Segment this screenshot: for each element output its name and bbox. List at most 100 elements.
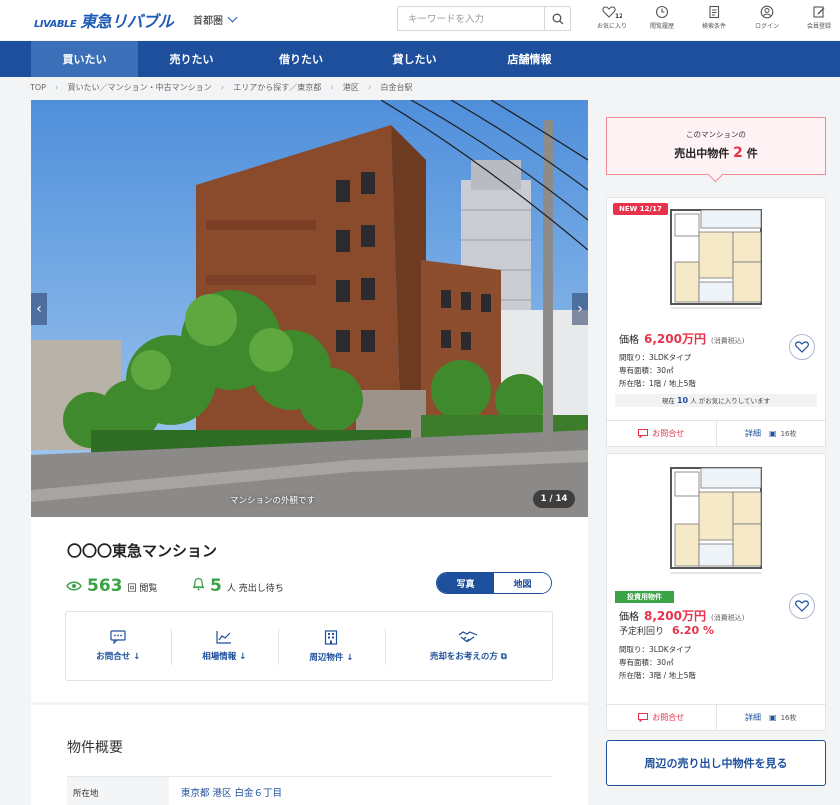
breadcrumb-item[interactable]: 買いたい／マンション・中古マンション [68, 82, 212, 93]
listing-card[interactable]: 投資用物件 価格 8,200万円 (消費税込) 予定利回り 6.20 % 間取り… [606, 453, 826, 731]
breadcrumb: TOP › 買いたい／マンション・中古マンション › エリアから探す／東京都 ›… [30, 82, 412, 93]
breadcrumb-current: 白金台駅 [380, 83, 413, 92]
header-nav-label: ログイン [754, 23, 779, 30]
favorites-count: 12 [615, 13, 622, 19]
breadcrumb-item[interactable]: エリアから探す／東京都 [233, 82, 321, 93]
listing-detail-button[interactable]: 詳細 ▣ 16枚 [717, 421, 826, 446]
property-photo[interactable] [31, 100, 588, 517]
heart-icon: 12 [602, 6, 622, 19]
header-history[interactable]: 閲覧履歴 [636, 5, 688, 30]
floor-plan-image: NEW 12/17 [607, 198, 825, 318]
price-label: 価格 [619, 335, 639, 346]
favorite-button[interactable] [789, 593, 815, 619]
detail-label: 詳細 [745, 429, 761, 438]
photo-count: 16枚 [780, 713, 797, 722]
listing-inquiry-button[interactable]: お問合せ [607, 705, 717, 730]
inquiry-label: お問合せ [652, 713, 685, 722]
market-price-link[interactable]: 相場情報 ↓ [170, 612, 279, 680]
listing-card-footer: お問合せ 詳細 ▣ 16枚 [607, 420, 825, 446]
investment-badge: 投資用物件 [615, 591, 674, 603]
listing-inquiry-button[interactable]: お問合せ [607, 421, 717, 446]
logo-text: 東急リバブル [80, 12, 174, 31]
price-value: 8,200万円 [644, 609, 706, 623]
waiting-count: 5 人 売出し待ち [192, 576, 284, 596]
chevron-down-icon [227, 12, 238, 23]
header-nav-label: お気に入り [596, 23, 627, 30]
region-label: 首都圏 [193, 16, 223, 27]
price-value: 6,200万円 [644, 332, 706, 346]
listing-meta: 間取り：3LDKタイプ 専有面積：30㎡ 所在階：3階 / 地上5階 [619, 643, 825, 682]
search-button[interactable] [544, 7, 570, 30]
chevron-right-icon: › [55, 82, 59, 93]
table-row: 所在地 東京都 港区 白金６丁目 [67, 776, 552, 805]
detail-label: 詳細 [745, 713, 761, 722]
nav-tab-stores[interactable]: 店舗情報 [472, 41, 587, 77]
nearby-properties-link[interactable]: 周辺物件 ↓ [278, 612, 385, 680]
listing-yield: 予定利回り 6.20 % [619, 624, 825, 637]
view-count-value: 563 [87, 576, 123, 596]
listing-count-intro: このマンションの [686, 130, 746, 139]
listing-count-prefix: 売出中物件 [674, 147, 730, 160]
nav-tab-sell[interactable]: 売りたい [138, 41, 245, 77]
inquiry-link[interactable]: お問合せ ↓ [66, 612, 171, 680]
chat-icon [638, 429, 649, 438]
breadcrumb-item[interactable]: TOP [30, 83, 46, 92]
search-input[interactable] [398, 8, 538, 31]
nav-tab-lease[interactable]: 貸したい [357, 41, 472, 77]
header-nav-label: 検索条件 [701, 23, 726, 30]
header-login[interactable]: ログイン [741, 5, 793, 30]
header-nav-label: 会員登録 [806, 23, 831, 30]
heart-icon [795, 600, 809, 612]
search-box [397, 6, 571, 31]
favorite-button[interactable] [789, 334, 815, 360]
main-navigation: 買いたい 売りたい 借りたい 貸したい 店舗情報 [0, 41, 840, 77]
user-icon [760, 5, 774, 19]
listing-count-box: このマンションの 売出中物件 2 件 [606, 117, 826, 183]
property-action-bar: お問合せ ↓ 相場情報 ↓ 周辺物件 ↓ 売却をお考えの方 ⧉ [65, 611, 553, 681]
header-register[interactable]: 会員登録 [793, 5, 840, 30]
header-nav-label: 閲覧履歴 [649, 23, 674, 30]
document-icon [709, 5, 720, 19]
sell-consult-link[interactable]: 売却をお考えの方 ⧉ [384, 612, 552, 680]
listing-card-footer: お問合せ 詳細 ▣ 16枚 [607, 704, 825, 730]
logo-mark: LIVABLE [34, 19, 77, 30]
header-favorites[interactable]: 12 お気に入り [586, 5, 638, 30]
breadcrumb-item[interactable]: 港区 [343, 82, 359, 93]
tab-photo[interactable]: 写真 [437, 573, 494, 593]
favorite-count-note: 現在 10 人 がお気に入りしています [615, 394, 817, 407]
tab-map[interactable]: 地図 [494, 573, 551, 593]
overview-key: 所在地 [67, 777, 169, 805]
callout-pointer [707, 166, 724, 183]
gallery-prev-button[interactable]: ‹ [31, 293, 47, 325]
overview-value-link[interactable]: 東京都 港区 白金６丁目 [181, 785, 282, 799]
edit-icon [813, 6, 825, 18]
floor-plan-drawing [670, 209, 762, 309]
new-badge: NEW 12/17 [613, 203, 668, 215]
listing-detail-button[interactable]: 詳細 ▣ 16枚 [717, 705, 826, 730]
action-label: 売却をお考えの方 ⧉ [429, 652, 507, 662]
building-icon [325, 629, 338, 645]
heart-icon [795, 341, 809, 353]
search-icon [552, 13, 563, 24]
photo-map-toggle: 写真 地図 [436, 572, 552, 594]
area-text: 専有面積：30㎡ [619, 366, 674, 375]
site-logo[interactable]: LIVABLE 東急リバブル [34, 8, 174, 32]
nearby-listings-button[interactable]: 周辺の売り出し中物件を見る [606, 740, 826, 786]
gallery-next-button[interactable]: › [572, 293, 588, 325]
listing-count-suffix: 件 [746, 147, 758, 160]
chevron-left-icon: ‹ [36, 301, 42, 317]
fav-note-prefix: 現在 [661, 397, 675, 405]
region-selector[interactable]: 首都圏 [193, 12, 238, 27]
chevron-right-icon: › [577, 301, 583, 317]
nav-tab-buy[interactable]: 買いたい [31, 41, 138, 77]
listing-count: 売出中物件 2 件 [607, 145, 825, 161]
inquiry-label: お問合せ [652, 429, 685, 438]
bell-icon [192, 577, 205, 591]
building-exterior-image [31, 100, 588, 517]
listing-card[interactable]: NEW 12/17 価格 6,200万円 (消費税込) 間取り：3LDKタイプ … [606, 197, 826, 447]
header-saved-searches[interactable]: 検索条件 [688, 5, 740, 30]
chevron-right-icon: › [330, 82, 334, 93]
site-header: LIVABLE 東急リバブル 首都圏 12 お気に入り 閲覧履歴 検索条件 ログ… [0, 0, 840, 40]
chat-icon [638, 713, 649, 722]
nav-tab-rent[interactable]: 借りたい [245, 41, 357, 77]
